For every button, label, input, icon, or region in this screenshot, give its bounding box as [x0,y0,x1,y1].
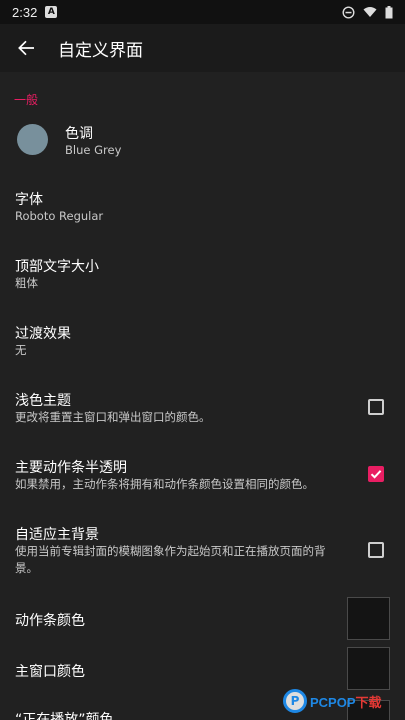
pref-title: 浅色主题 [15,393,71,409]
watermark-text-b: 下载 [355,694,382,710]
pref-title: 色调 [65,126,93,142]
watermark-logo: P [283,689,307,713]
check-icon [370,470,382,479]
pref-summary: 无 [15,343,27,357]
actionbar-color-swatch[interactable] [347,597,390,640]
settings-list: 一般 色调 Blue Grey 字体 Roboto Regular 顶部文字大小… [0,72,405,720]
watermark-text-a: PCPOP [310,694,356,710]
page-title: 自定义界面 [58,40,143,61]
pref-summary: Roboto Regular [15,209,104,223]
pref-summary: 更改将重置主窗口和弹出窗口的颜色。 [15,410,211,424]
status-time: 2:32 [12,4,38,20]
watermark-text: PCPOP下载 [310,692,382,711]
pref-transition[interactable]: 过渡效果 无 [0,312,405,372]
pref-summary: Blue Grey [65,143,122,157]
pref-actionbar-color[interactable]: 动作条颜色 [0,596,405,644]
app-bar: 自定义界面 [0,24,405,72]
pref-summary: 使用当前专辑封面的模糊图象作为起始页和正在播放页面的背景。 [15,544,326,575]
pref-top-text-size[interactable]: 顶部文字大小 粗体 [0,245,405,305]
adaptive-background-checkbox[interactable] [368,542,384,558]
tone-color-swatch [17,124,48,155]
pref-light-theme[interactable]: 浅色主题 更改将重置主窗口和弹出窗口的颜色。 [0,379,405,439]
status-bar: 2:32 A [0,0,405,24]
pref-tone[interactable]: 色调 Blue Grey [0,110,405,170]
battery-icon [385,5,393,19]
watermark: P PCPOP下载 [283,684,403,718]
pref-title: 主要动作条半透明 [15,460,127,476]
pref-adaptive-background[interactable]: 自适应主背景 使用当前专辑封面的模糊图象作为起始页和正在播放页面的背景。 [0,513,405,585]
pref-font[interactable]: 字体 Roboto Regular [0,178,405,238]
pref-title: 动作条颜色 [15,613,85,629]
section-header-general: 一般 [14,93,39,107]
pref-title: 自适应主背景 [15,527,99,543]
wifi-icon [363,6,377,18]
pref-title: “正在播放”颜色 [15,712,114,720]
pref-title: 主窗口颜色 [15,664,85,680]
pref-title: 顶部文字大小 [15,259,99,275]
pref-summary: 粗体 [15,276,38,290]
light-theme-checkbox[interactable] [368,399,384,415]
back-button[interactable] [0,24,52,72]
translucent-actionbar-checkbox[interactable] [368,466,384,482]
pref-title: 字体 [15,192,43,208]
pref-title: 过渡效果 [15,326,71,342]
pref-summary: 如果禁用，主动作条将拥有和动作条颜色设置相同的颜色。 [15,477,314,491]
dnd-icon [342,5,355,19]
arrow-back-icon [18,40,34,56]
pref-translucent-actionbar[interactable]: 主要动作条半透明 如果禁用，主动作条将拥有和动作条颜色设置相同的颜色。 [0,446,405,506]
app-notification-icon: A [45,6,58,18]
